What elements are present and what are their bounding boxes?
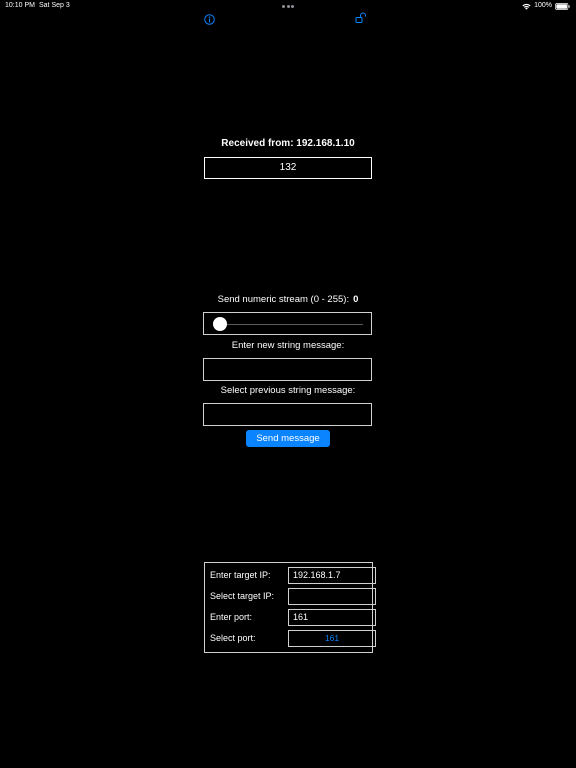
- slider-thumb[interactable]: [213, 317, 227, 331]
- target-settings-panel: Enter target IP: 192.168.1.7 Select targ…: [204, 562, 376, 653]
- numeric-stream-label-row: Send numeric stream (0 - 255): 0: [160, 294, 416, 305]
- select-port-picker[interactable]: 161: [288, 630, 376, 647]
- received-from-label: Received from: 192.168.1.10: [221, 138, 355, 149]
- status-time: 10:10 PM: [5, 2, 35, 9]
- port-label: Enter port:: [210, 612, 253, 622]
- new-message-label: Enter new string message:: [231, 340, 345, 351]
- rotation-lock-icon[interactable]: [355, 11, 367, 23]
- slider-track[interactable]: [220, 324, 363, 325]
- battery-percent: 100%: [534, 2, 552, 9]
- numeric-stream-label: Send numeric stream (0 - 255):: [217, 294, 350, 305]
- wifi-icon: [522, 3, 531, 10]
- select-target-ip-label: Select target IP:: [210, 591, 275, 601]
- previous-message-picker[interactable]: [203, 403, 372, 426]
- app-screen: 10:10 PM Sat Sep 3 100% Received from: 1…: [0, 0, 576, 768]
- status-bar: 10:10 PM Sat Sep 3 100%: [0, 0, 576, 12]
- target-ip-input[interactable]: 192.168.1.7: [288, 567, 376, 584]
- battery-icon: [555, 2, 570, 10]
- select-target-ip-row: Select target IP:: [210, 588, 376, 605]
- select-port-row: Select port: 161: [210, 630, 376, 647]
- port-input[interactable]: 161: [288, 609, 376, 626]
- previous-message-label: Select previous string message:: [220, 385, 356, 396]
- numeric-stream-slider[interactable]: [203, 312, 372, 335]
- info-icon[interactable]: [204, 12, 215, 25]
- select-target-ip-picker[interactable]: [288, 588, 376, 605]
- status-date: Sat Sep 3: [39, 2, 70, 9]
- numeric-stream-value: 0: [353, 294, 359, 305]
- target-ip-row: Enter target IP: 192.168.1.7: [210, 567, 376, 584]
- status-indicators: 100%: [522, 0, 570, 12]
- multitasking-dots-icon[interactable]: [282, 5, 294, 8]
- target-ip-label: Enter target IP:: [210, 570, 271, 580]
- received-value-display: 132: [204, 157, 372, 179]
- new-message-input[interactable]: [203, 358, 372, 381]
- send-message-button[interactable]: Send message: [246, 430, 330, 447]
- select-port-label: Select port:: [210, 633, 256, 643]
- port-row: Enter port: 161: [210, 609, 376, 626]
